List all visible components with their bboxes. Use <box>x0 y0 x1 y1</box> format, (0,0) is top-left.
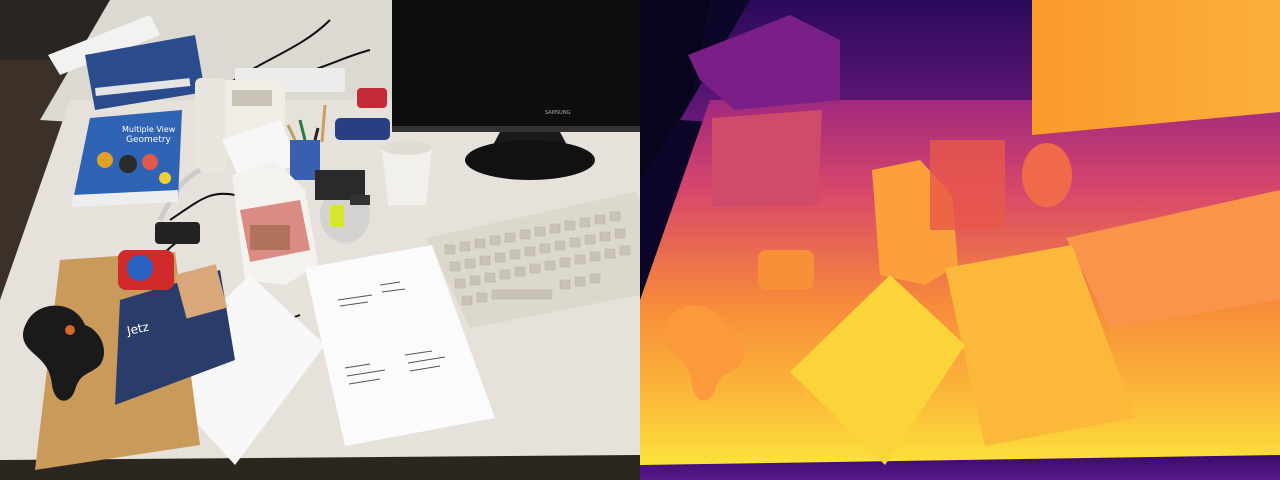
paper-cup <box>382 141 432 205</box>
book-title-line1: Multiple View <box>122 125 176 134</box>
depth-monitor <box>1032 0 1280 135</box>
rgb-photo-panel: SAMSUNG Multiple View Geometry Jetz <box>0 0 640 480</box>
rgb-photo: SAMSUNG Multiple View Geometry Jetz <box>0 0 640 480</box>
depth-map <box>640 0 1280 480</box>
stapler <box>335 118 390 140</box>
monitor-brand: SAMSUNG <box>545 110 571 116</box>
book-title-line2: Geometry <box>126 135 172 145</box>
depth-map-panel <box>640 0 1280 480</box>
